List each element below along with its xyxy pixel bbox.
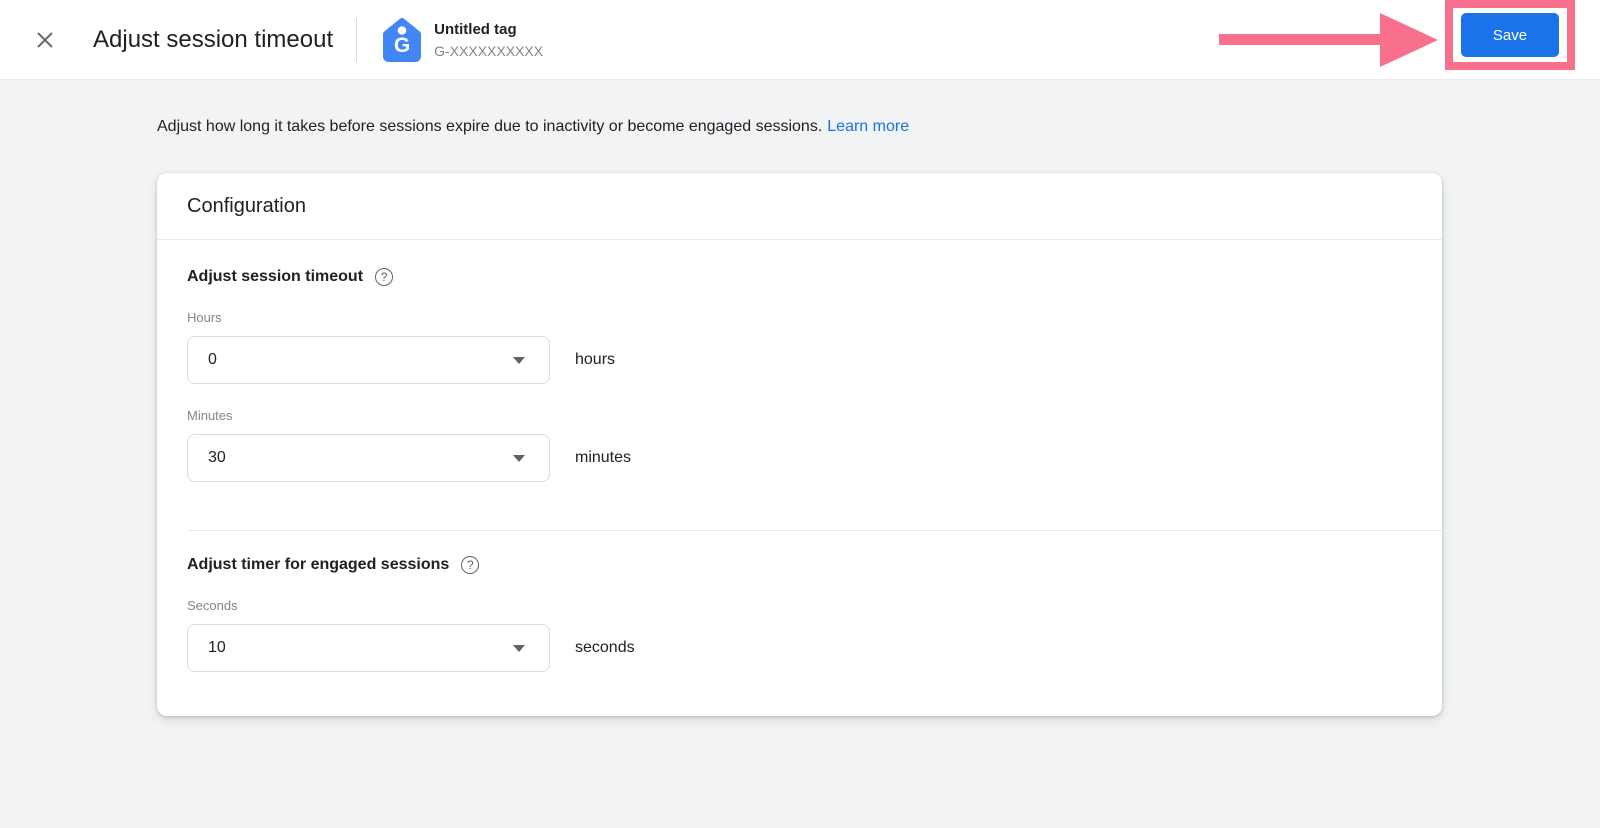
help-icon[interactable]: ? [375, 268, 393, 286]
section-heading-engaged-sessions: Adjust timer for engaged sessions [187, 556, 449, 574]
dropdown-caret-icon [513, 645, 525, 652]
help-icon[interactable]: ? [461, 556, 479, 574]
google-tag-icon: G [378, 15, 426, 65]
hours-select-value: 0 [208, 351, 217, 369]
tag-info: Untitled tag G-XXXXXXXXXX [434, 20, 543, 60]
seconds-unit-label: seconds [575, 639, 635, 657]
help-glyph: ? [381, 271, 388, 283]
section-divider [187, 530, 1442, 531]
tag-name: Untitled tag [434, 20, 543, 39]
section-heading-session-timeout: Adjust session timeout [187, 268, 363, 286]
minutes-unit-label: minutes [575, 449, 631, 467]
page-description: Adjust how long it takes before sessions… [157, 118, 1600, 136]
section-session-timeout: Adjust session timeout ? [187, 268, 1412, 286]
card-title: Configuration [187, 195, 306, 218]
minutes-label: Minutes [187, 408, 1412, 423]
seconds-select-value: 10 [208, 639, 226, 657]
learn-more-link[interactable]: Learn more [827, 118, 909, 135]
dropdown-caret-icon [513, 455, 525, 462]
annotation-arrow-head-icon [1380, 13, 1438, 67]
seconds-label: Seconds [187, 598, 1412, 613]
card-body: Adjust session timeout ? Hours 0 hours M… [157, 240, 1442, 716]
seconds-field-row: 10 seconds [187, 624, 1412, 672]
hours-unit-label: hours [575, 351, 615, 369]
configuration-card: Configuration Adjust session timeout ? H… [157, 173, 1442, 716]
seconds-select[interactable]: 10 [187, 624, 550, 672]
minutes-select-value: 30 [208, 449, 226, 467]
close-button[interactable] [33, 28, 57, 52]
hours-select[interactable]: 0 [187, 336, 550, 384]
hours-label: Hours [187, 310, 1412, 325]
minutes-select[interactable]: 30 [187, 434, 550, 482]
card-header: Configuration [157, 173, 1442, 240]
header-divider [356, 18, 357, 62]
close-icon [34, 29, 56, 51]
dropdown-caret-icon [513, 357, 525, 364]
section-engaged-sessions: Adjust timer for engaged sessions ? [187, 556, 1412, 574]
dialog-header: Adjust session timeout G Untitled tag G-… [0, 0, 1600, 80]
minutes-field-row: 30 minutes [187, 434, 1412, 482]
help-glyph: ? [467, 559, 474, 571]
annotation-arrow-line [1219, 34, 1385, 45]
tag-icon-letter: G [394, 34, 410, 57]
tag-id: G-XXXXXXXXXX [434, 42, 543, 60]
save-button[interactable]: Save [1461, 13, 1559, 57]
annotation-highlight-box: Save [1445, 0, 1575, 70]
hours-field-row: 0 hours [187, 336, 1412, 384]
page-title: Adjust session timeout [93, 26, 333, 54]
description-text: Adjust how long it takes before sessions… [157, 118, 822, 135]
